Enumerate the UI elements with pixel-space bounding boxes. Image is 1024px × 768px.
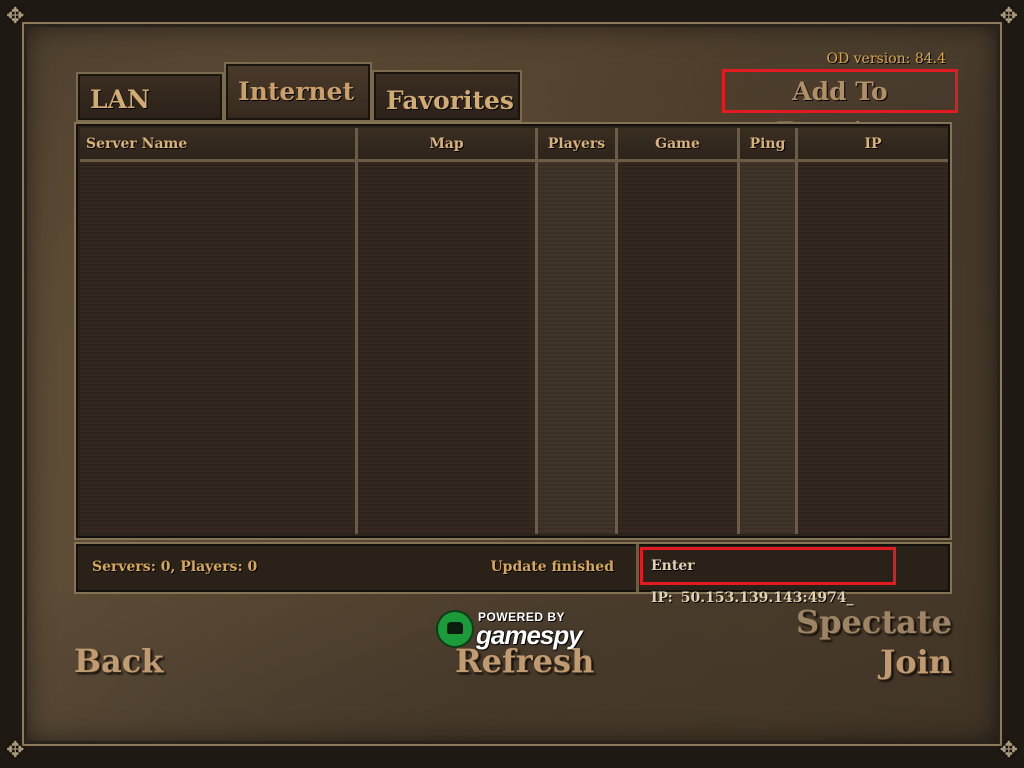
add-to-favorites-button[interactable]: Add To Favorites (722, 69, 958, 146)
join-button[interactable]: Join (880, 643, 952, 681)
status-info: Servers: 0, Players: 0 Update finished (76, 544, 639, 592)
column-header-game[interactable]: Game (618, 128, 737, 162)
gamespy-mascot-icon (438, 612, 472, 646)
column-header-players[interactable]: Players (538, 128, 615, 162)
tab-internet[interactable]: Internet (224, 62, 372, 122)
column-ip: IP (798, 128, 948, 534)
tab-favorites[interactable]: Favorites (372, 70, 522, 122)
corner-ornament-icon: ✥ (999, 738, 1018, 763)
tab-lan[interactable]: LAN (76, 72, 224, 122)
corner-ornament-icon: ✥ (6, 4, 25, 29)
column-server-name: Server Name (80, 128, 358, 534)
refresh-button[interactable]: Refresh (455, 642, 594, 680)
column-map: Map (358, 128, 538, 534)
server-list-table[interactable]: Server Name Map Players Game Ping IP (74, 122, 952, 540)
column-game: Game (618, 128, 740, 534)
column-players: Players (538, 128, 618, 534)
corner-ornament-icon: ✥ (6, 738, 25, 763)
spectate-button[interactable]: Spectate (796, 603, 952, 641)
back-button[interactable]: Back (74, 642, 163, 680)
version-label: OD version: 84.4 (826, 51, 947, 67)
column-header-ip[interactable]: IP (798, 128, 948, 162)
servers-count: Servers: 0, Players: 0 (92, 559, 258, 575)
corner-ornament-icon: ✥ (999, 4, 1018, 29)
column-header-map[interactable]: Map (358, 128, 535, 162)
column-header-server-name[interactable]: Server Name (80, 128, 355, 162)
enter-ip-field[interactable]: Enter IP: 50.153.139.143:4974_ (640, 547, 896, 606)
update-status: Update finished (490, 559, 614, 575)
column-ping: Ping (740, 128, 798, 534)
column-header-ping[interactable]: Ping (740, 128, 795, 162)
